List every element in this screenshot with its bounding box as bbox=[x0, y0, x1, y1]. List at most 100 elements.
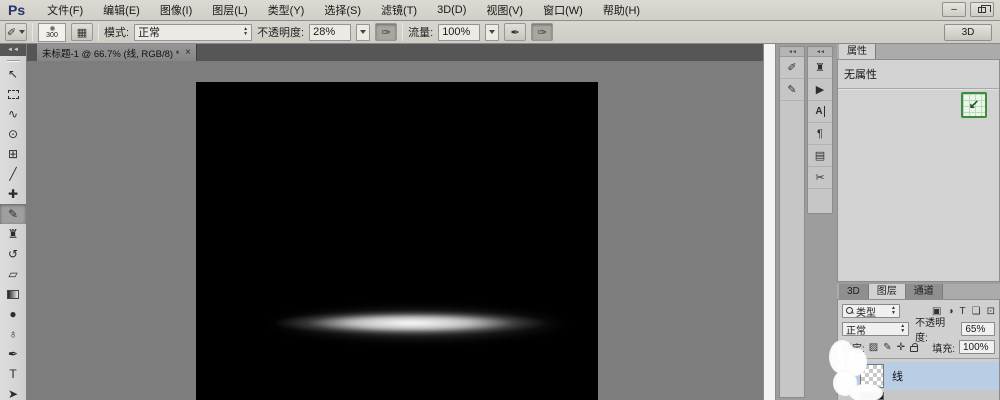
layer-opacity-input[interactable]: 65% bbox=[961, 322, 995, 336]
tools-grip-handle[interactable] bbox=[6, 60, 20, 62]
lock-position-icon[interactable]: ✛ bbox=[897, 342, 905, 353]
divider bbox=[838, 88, 999, 90]
minimize-button[interactable]: – bbox=[942, 2, 966, 17]
marquee-tool[interactable] bbox=[0, 84, 26, 104]
crop-tool-icon: ⊞ bbox=[7, 147, 19, 161]
brush-tool-icon: ✎ bbox=[7, 207, 19, 221]
layers-panel-group: 3D 图层 通道 类型 ▣ ◑ T ❏ ⊡ bbox=[837, 284, 1000, 400]
path-selection-tool-icon: ➤ bbox=[7, 387, 19, 400]
menu-view[interactable]: 视图(V) bbox=[476, 2, 533, 18]
menu-window[interactable]: 窗口(W) bbox=[533, 2, 593, 18]
tablet-pressure-opacity-button[interactable]: ✑ bbox=[375, 23, 398, 41]
dodge-tool[interactable]: ♁ bbox=[0, 324, 26, 344]
layer-comps-panel-icon[interactable]: ▤ bbox=[808, 145, 832, 167]
tab-properties[interactable]: 属性 bbox=[839, 44, 876, 59]
flow-label: 流量: bbox=[408, 27, 434, 39]
menu-layer[interactable]: 图层(L) bbox=[202, 2, 257, 18]
mode-label: 模式: bbox=[104, 27, 130, 39]
lock-transparent-icon[interactable]: ▨ bbox=[869, 342, 878, 353]
fill-input[interactable]: 100% bbox=[959, 340, 995, 354]
pen-tool[interactable]: ✒ bbox=[0, 344, 26, 364]
lasso-tool[interactable]: ∿ bbox=[0, 104, 26, 124]
menu-help[interactable]: 帮助(H) bbox=[593, 2, 650, 18]
type-tool-icon: T bbox=[9, 367, 17, 381]
menu-filter[interactable]: 滤镜(T) bbox=[371, 2, 427, 18]
brush-panel-icon[interactable]: ✐ bbox=[780, 57, 804, 79]
menu-image[interactable]: 图像(I) bbox=[150, 2, 202, 18]
canvas-pasteboard[interactable] bbox=[27, 61, 763, 400]
actions-panel-icon[interactable]: ▶ bbox=[808, 79, 832, 101]
dock-collapse-button[interactable]: ◄◄ bbox=[808, 47, 832, 57]
eraser-tool[interactable]: ▱ bbox=[0, 264, 26, 284]
layer-blend-mode-select[interactable]: 正常 bbox=[842, 322, 910, 337]
airbrush-button[interactable]: ✒ bbox=[504, 23, 527, 41]
crop-tool[interactable]: ⊞ bbox=[0, 144, 26, 164]
spot-healing-tool[interactable]: ✚ bbox=[0, 184, 26, 204]
brush-presets-panel-icon[interactable]: ✎ bbox=[780, 79, 804, 101]
clone-source-panel-icon[interactable]: ♜ bbox=[808, 57, 832, 79]
eyedropper-tool[interactable]: ╱ bbox=[0, 164, 26, 184]
blend-mode-select[interactable]: 正常 bbox=[134, 23, 253, 41]
updown-arrows-icon bbox=[900, 324, 905, 334]
move-tool[interactable]: ↖ bbox=[0, 64, 26, 84]
tablet-pressure-size-button[interactable]: ✑ bbox=[531, 23, 554, 41]
dodge-tool-icon: ♁ bbox=[8, 327, 18, 341]
menu-type[interactable]: 类型(Y) bbox=[258, 2, 315, 18]
clone-stamp-tool[interactable]: ♜ bbox=[0, 224, 26, 244]
restore-button[interactable] bbox=[970, 2, 994, 17]
divider bbox=[402, 23, 404, 41]
path-selection-tool[interactable]: ➤ bbox=[0, 384, 26, 400]
character-panel-icon[interactable]: A bbox=[808, 101, 832, 123]
menu-3d[interactable]: 3D(D) bbox=[427, 4, 476, 16]
painted-light-ellipse bbox=[266, 310, 556, 336]
history-brush-tool[interactable]: ↺ bbox=[0, 244, 26, 264]
gradient-tool-icon bbox=[7, 289, 19, 299]
menu-file[interactable]: 文件(F) bbox=[37, 2, 93, 18]
quick-selection-tool[interactable]: ⊙ bbox=[0, 124, 26, 144]
brush-size-value: 300 bbox=[46, 31, 58, 39]
lock-pixels-icon[interactable]: ✎ bbox=[883, 342, 891, 353]
filter-type-layers-icon[interactable]: T bbox=[960, 306, 966, 317]
gradient-tool[interactable] bbox=[0, 284, 26, 304]
blur-tool[interactable]: ● bbox=[0, 304, 26, 324]
close-icon[interactable]: × bbox=[185, 47, 191, 58]
document-tab[interactable]: 未标题-1 @ 66.7% (线, RGB/8) * × bbox=[37, 44, 197, 61]
flow-value: 100% bbox=[442, 26, 471, 38]
filter-smart-objects-icon[interactable]: ⊡ bbox=[987, 306, 995, 317]
tab-3d[interactable]: 3D bbox=[839, 284, 869, 299]
paragraph-panel-icon[interactable]: ¶ bbox=[808, 123, 832, 145]
tools-collapse-button[interactable]: ◄◄ bbox=[0, 44, 26, 56]
filter-type-select[interactable]: 类型 bbox=[842, 304, 900, 319]
menu-edit[interactable]: 编辑(E) bbox=[93, 2, 150, 18]
chevron-down-icon bbox=[19, 30, 26, 37]
canvas-document[interactable] bbox=[196, 82, 598, 400]
fill-label: 填充: bbox=[932, 343, 955, 355]
layers-blend-row: 正常 不透明度: 65% bbox=[838, 318, 999, 344]
blur-tool-icon: ● bbox=[9, 307, 17, 321]
opacity-dropdown-button[interactable] bbox=[356, 23, 371, 41]
3d-mode-button[interactable]: 3D bbox=[944, 24, 992, 41]
brush-preset-picker[interactable]: 300 bbox=[38, 22, 66, 42]
brush-tip-icon bbox=[49, 25, 55, 31]
flow-input[interactable]: 100% bbox=[438, 23, 481, 41]
notes-panel-icon[interactable]: ✂ bbox=[808, 167, 832, 189]
type-tool[interactable]: T bbox=[0, 364, 26, 384]
watermark-blob bbox=[849, 384, 883, 400]
layers-tab-row: 3D 图层 通道 bbox=[837, 284, 1000, 300]
vertical-scrollbar[interactable] bbox=[763, 44, 776, 400]
move-tool-icon: ↖ bbox=[7, 67, 19, 81]
layer-name[interactable]: 线 bbox=[892, 368, 903, 384]
flow-dropdown-button[interactable] bbox=[485, 23, 500, 41]
tab-channels[interactable]: 通道 bbox=[905, 284, 943, 299]
brush-tool[interactable]: ✎ bbox=[0, 204, 26, 224]
opacity-input[interactable]: 28% bbox=[309, 23, 352, 41]
lock-all-icon[interactable] bbox=[910, 342, 919, 352]
tab-layers[interactable]: 图层 bbox=[868, 284, 906, 299]
dock-collapse-button[interactable]: ◄◄ bbox=[780, 47, 804, 57]
filter-shape-layers-icon[interactable]: ❏ bbox=[972, 306, 981, 317]
tool-preset-picker[interactable]: ✐ bbox=[5, 23, 27, 41]
updown-arrows-icon bbox=[243, 27, 248, 37]
menu-select[interactable]: 选择(S) bbox=[314, 2, 371, 18]
toggle-brush-panel-button[interactable]: ▦ bbox=[71, 23, 93, 41]
layer-blend-mode-value: 正常 bbox=[846, 325, 866, 337]
